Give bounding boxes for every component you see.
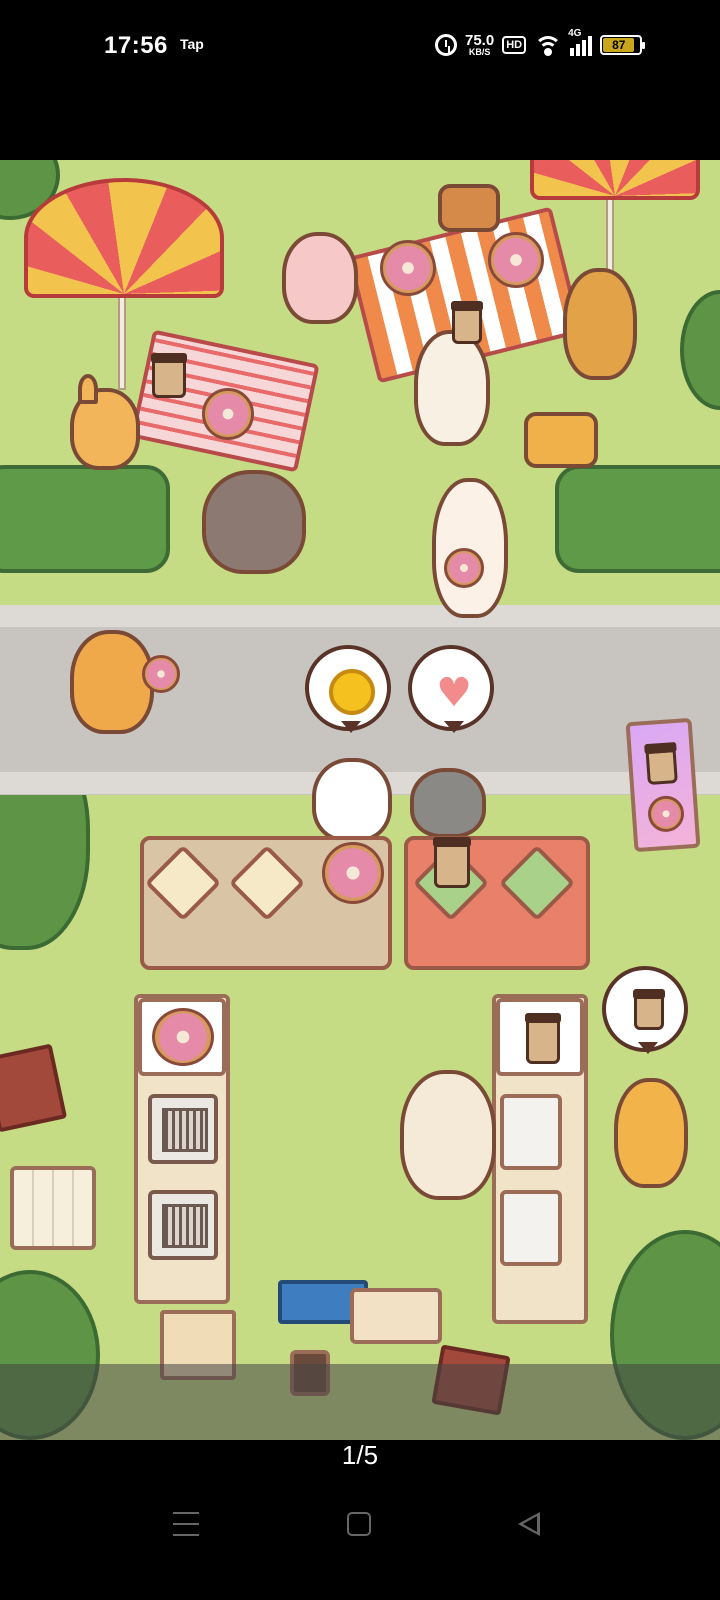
battery-level: 87 <box>603 38 635 52</box>
calico-cat-customer[interactable] <box>202 470 306 574</box>
coffee-cup-picnic-1 <box>151 353 187 398</box>
battery-icon: 87 <box>600 35 646 55</box>
bread-basket <box>524 412 598 468</box>
status-carrier: Tap <box>180 36 204 52</box>
heart-icon: ♥ <box>436 670 472 716</box>
donut-picnic-3 <box>202 388 254 440</box>
coin-icon <box>329 669 375 715</box>
status-time: 17:56 <box>104 32 168 59</box>
donut-station-panel[interactable] <box>138 998 226 1076</box>
orange-cat-customer[interactable] <box>614 1078 688 1188</box>
net-speed: 75.0 KB/S <box>465 33 494 57</box>
umbrella-right <box>530 160 700 200</box>
menu-banner <box>625 717 701 853</box>
fruit-basket <box>438 184 500 232</box>
network-type: 4G <box>568 28 582 39</box>
corgi-ear <box>78 374 98 404</box>
donut-picnic-2 <box>488 232 544 288</box>
navigation-bar <box>0 1476 720 1600</box>
heart-bubble: ♥ <box>408 645 494 733</box>
banner-coffee-icon <box>645 749 678 786</box>
counter-donut[interactable] <box>322 842 384 904</box>
umbrella-left <box>24 178 224 298</box>
tree-right-top <box>680 290 720 410</box>
coffee-cup-picnic-2 <box>451 301 483 344</box>
coffee-machine-1[interactable] <box>500 1094 562 1170</box>
hedge-left <box>0 465 170 573</box>
counter-coffee[interactable] <box>433 837 471 888</box>
donut-held-hamster <box>142 655 180 693</box>
hedge-right <box>555 465 720 573</box>
folding-screen <box>10 1166 96 1250</box>
pug-customer[interactable] <box>563 268 637 380</box>
pager-overlay-bar <box>0 1364 720 1440</box>
home-icon[interactable] <box>347 1512 371 1536</box>
cup-stack-tray <box>350 1288 442 1344</box>
white-cat-customer[interactable] <box>312 758 392 842</box>
net-speed-unit: KB/S <box>468 47 491 57</box>
coffee-station-panel[interactable] <box>496 998 584 1076</box>
coin-bubble <box>305 645 391 733</box>
curb-top <box>0 605 720 627</box>
fryer-2[interactable] <box>148 1190 218 1260</box>
donut-station-icon <box>152 1008 214 1066</box>
coffee-icon <box>633 989 665 1030</box>
menu-icon[interactable] <box>173 1512 199 1536</box>
grey-raccoon-customer[interactable] <box>410 768 486 838</box>
alarm-icon <box>435 34 457 56</box>
coffee-order-bubble <box>602 966 688 1054</box>
coffee-station-icon <box>525 1013 561 1064</box>
wifi-icon <box>534 34 563 56</box>
donut-picnic-1 <box>380 240 436 296</box>
donut-held <box>444 548 484 588</box>
chef-calico-cat[interactable] <box>400 1070 496 1200</box>
hamster-customer[interactable] <box>70 630 154 734</box>
game-scene[interactable]: ♥ <box>0 160 720 1440</box>
pig-customer[interactable] <box>282 232 358 324</box>
status-icons: 75.0 KB/S HD 4G 87 <box>435 28 646 60</box>
crate-left <box>0 1043 68 1133</box>
net-speed-value: 75.0 <box>465 32 495 49</box>
hd-icon: HD <box>502 36 527 54</box>
fryer-1[interactable] <box>148 1094 218 1164</box>
banner-donut-icon <box>646 794 686 834</box>
rabbit-customer-orange[interactable] <box>414 330 490 446</box>
status-bar: 17:56 Tap 75.0 KB/S HD 4G 87 <box>0 0 720 160</box>
coffee-machine-2[interactable] <box>500 1190 562 1266</box>
page-indicator: 1/5 <box>341 1440 379 1470</box>
back-icon[interactable] <box>518 1512 540 1536</box>
signal-icon: 4G <box>568 28 593 56</box>
